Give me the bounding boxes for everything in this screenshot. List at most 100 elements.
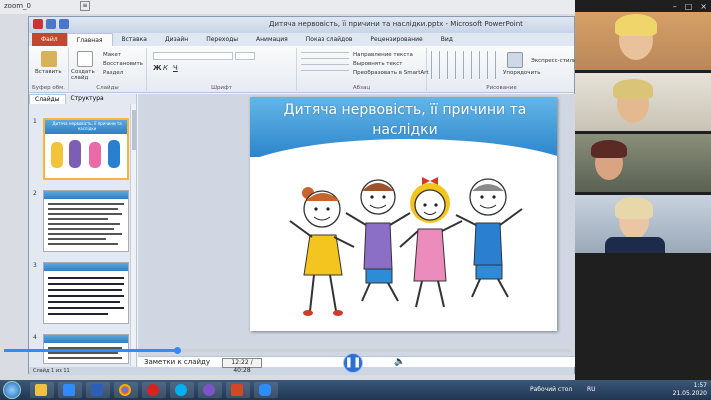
tab-animation[interactable]: Анимация [247, 33, 297, 46]
tab-slides[interactable]: Слайды [29, 94, 66, 104]
group-slides: Создать слайд Макет Восстановить Раздел … [69, 48, 147, 91]
thumbnail-title: Дитяча нервовість, її причини та наслідк… [52, 121, 122, 131]
layout-button[interactable]: Макет [103, 52, 121, 58]
paste-button[interactable]: Вставить [35, 69, 62, 75]
next-icon[interactable]: ⏭ [370, 356, 382, 368]
tab-slideshow[interactable]: Показ слайдов [297, 33, 362, 46]
taskbar-explorer[interactable] [30, 382, 54, 398]
text-line [48, 228, 114, 230]
taskbar-media[interactable] [58, 382, 82, 398]
taskbar-word[interactable] [86, 382, 110, 398]
close-icon[interactable]: × [700, 2, 707, 11]
text-line [48, 307, 124, 309]
seek-bar[interactable] [4, 347, 570, 354]
taskbar-chrome[interactable] [114, 382, 138, 398]
text-line [48, 289, 122, 291]
stop-icon[interactable]: ■ [304, 356, 316, 368]
text-line [48, 313, 108, 315]
save-icon[interactable] [46, 19, 56, 29]
quick-styles-button[interactable]: Экспресс-стили [531, 58, 577, 64]
meeting-header: zoom_0 ≡ [0, 0, 575, 14]
slides-panel: Слайды Структура 1 Дитяча нервовість, її… [29, 94, 137, 367]
taskbar-powerpoint[interactable] [226, 382, 250, 398]
thumbnail-header [44, 263, 128, 271]
meeting-title: zoom_0 [4, 2, 32, 10]
tab-review[interactable]: Рецензирование [361, 33, 431, 46]
start-button[interactable] [3, 381, 21, 399]
undo-icon[interactable] [59, 19, 69, 29]
underline-icon[interactable]: Ч [173, 64, 178, 72]
desktop-toolbar-label[interactable]: Рабочий стол [530, 386, 572, 393]
font-size-select[interactable] [235, 52, 255, 60]
participant-video-4[interactable] [575, 195, 711, 253]
participant-hair [591, 140, 627, 158]
windows-taskbar: Рабочий стол RU 1:57 21.05.2020 [0, 380, 711, 400]
tab-outline[interactable]: Структура [66, 94, 109, 104]
arrange-icon[interactable] [507, 52, 523, 68]
clock-date: 21.05.2020 [672, 389, 707, 397]
thumbnail-number: 2 [33, 190, 37, 197]
participant-hair [613, 79, 653, 99]
volume-icon[interactable]: 🔈 [394, 356, 406, 368]
thumbnail-header [44, 191, 128, 199]
section-button[interactable]: Раздел [103, 70, 123, 76]
tab-insert[interactable]: Вставка [113, 33, 156, 46]
system-clock[interactable]: 1:57 21.05.2020 [673, 382, 707, 397]
language-indicator[interactable]: RU [587, 386, 596, 393]
group-drawing: Упорядочить Экспресс-стили Рисование [427, 48, 577, 91]
seek-bar-fill [4, 349, 177, 352]
text-line [48, 218, 108, 220]
text-line [48, 238, 106, 240]
group-clipboard-label: Буфер обм. [31, 85, 65, 91]
reset-button[interactable]: Восстановить [103, 61, 143, 67]
create-slide-button[interactable]: Создать слайд [71, 69, 101, 81]
participant-video-2[interactable] [575, 73, 711, 131]
taskbar-skype[interactable] [170, 382, 194, 398]
italic-icon[interactable]: К [163, 64, 168, 72]
group-paragraph: Направление текста Выровнять текст Преоб… [297, 48, 429, 91]
align-text-button[interactable]: Выровнять текст [353, 61, 402, 67]
zoom-icon [259, 384, 271, 396]
tab-file[interactable]: Файл [32, 33, 67, 46]
bold-icon[interactable]: Ж [153, 64, 162, 72]
kid-girl-pink [399, 177, 463, 308]
arrange-button[interactable]: Упорядочить [503, 70, 541, 76]
opera-icon [147, 384, 159, 396]
seek-bar-knob[interactable] [173, 347, 181, 354]
taskbar-opera[interactable] [142, 382, 166, 398]
participant-video-1[interactable] [575, 12, 711, 70]
group-slides-label: Слайды [96, 85, 119, 91]
kid-figure [51, 142, 63, 168]
tab-transitions[interactable]: Переходы [197, 33, 247, 46]
text-line [48, 233, 122, 235]
title-bar: Дитяча нервовість, її причини та наслідк… [29, 17, 574, 33]
text-direction-button[interactable]: Направление текста [353, 52, 413, 58]
taskbar-zoom[interactable] [254, 382, 278, 398]
meeting-menu-icon[interactable]: ≡ [80, 1, 90, 11]
maximize-icon[interactable]: □ [685, 2, 693, 11]
participant-video-3[interactable] [575, 134, 711, 192]
thumbnails-scrollbar[interactable] [130, 104, 136, 366]
slide-thumbnail-1[interactable]: Дитяча нервовість, її причини та наслідк… [43, 118, 129, 180]
tab-home[interactable]: Главная [66, 33, 113, 46]
pause-button[interactable]: ❚❚ [343, 353, 363, 373]
slide-thumbnail-2[interactable] [43, 190, 129, 252]
previous-icon[interactable]: ⏮ [322, 356, 334, 368]
taskbar-viber[interactable] [198, 382, 222, 398]
current-slide[interactable]: Дитяча нервовість, її причини та наслідк… [250, 97, 557, 331]
powerpoint-logo-icon[interactable] [33, 19, 43, 29]
minimize-icon[interactable]: – [673, 2, 677, 11]
font-name-select[interactable] [153, 52, 233, 60]
scrollbar-thumb[interactable] [132, 110, 136, 150]
kid-boy-purple [345, 179, 411, 302]
paragraph-controls[interactable] [301, 52, 349, 76]
repeat-icon[interactable]: ⟲ [288, 356, 300, 368]
tab-design[interactable]: Дизайн [156, 33, 197, 46]
participant-clothes [605, 237, 665, 253]
tab-view[interactable]: Вид [432, 33, 462, 46]
shapes-gallery[interactable] [431, 51, 501, 79]
paste-icon[interactable] [41, 51, 57, 67]
slide-thumbnail-3[interactable] [43, 262, 129, 324]
new-slide-icon[interactable] [77, 51, 93, 67]
smartart-button[interactable]: Преобразовать в SmartArt [353, 70, 429, 76]
